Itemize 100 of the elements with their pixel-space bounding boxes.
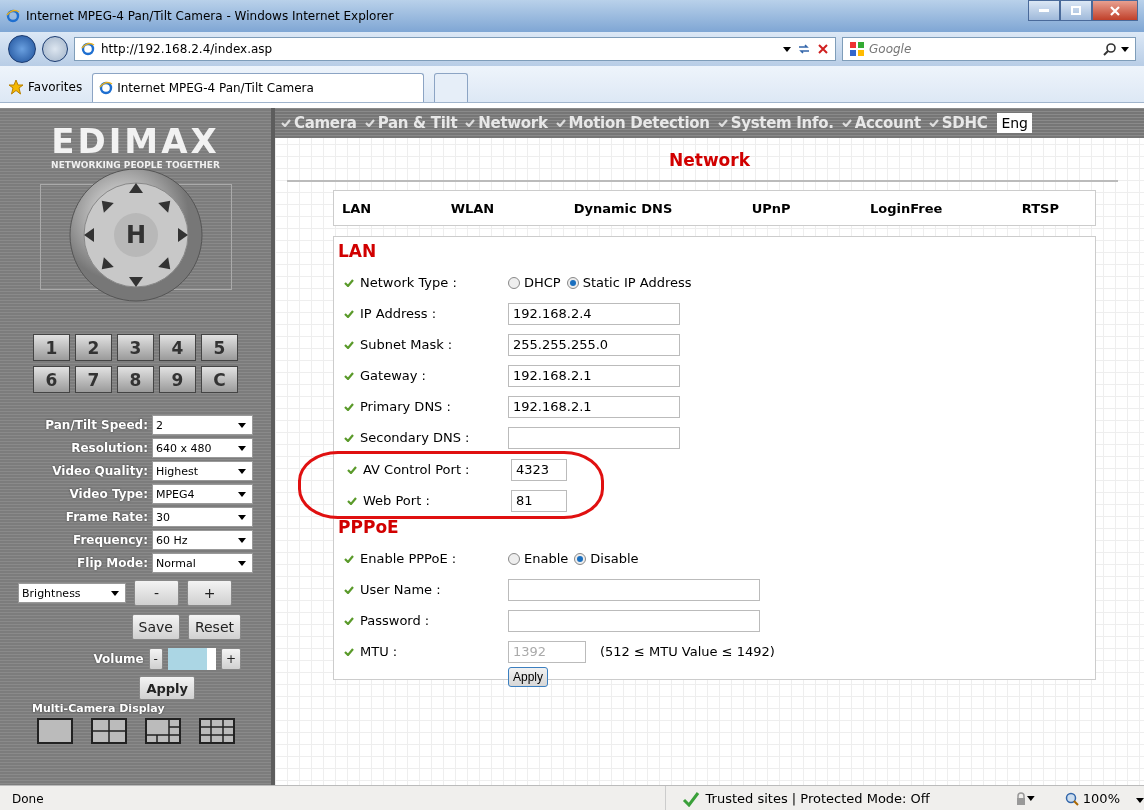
nav-link[interactable]: Account	[841, 114, 921, 132]
star-icon	[8, 79, 24, 95]
check-icon	[344, 647, 354, 656]
radio-button[interactable]	[508, 276, 520, 289]
adjust-dropdown[interactable]: Brightness	[18, 583, 126, 603]
browser-icon	[6, 9, 20, 23]
radio-label: Disable	[590, 551, 639, 566]
field-label: MTU :	[360, 644, 398, 659]
section-heading: LAN	[338, 241, 378, 261]
setting-dropdown[interactable]: MPEG4	[152, 484, 253, 504]
volume-down-button[interactable]: -	[148, 648, 163, 670]
preset-button[interactable]: 6	[33, 366, 70, 393]
check-icon	[465, 119, 476, 127]
preset-button[interactable]: 2	[75, 334, 112, 361]
window-title: Internet MPEG-4 Pan/Tilt Camera - Windows Internet Explorer	[26, 9, 394, 23]
nav-link[interactable]: Camera	[281, 114, 357, 132]
reset-button[interactable]: Reset	[187, 614, 241, 640]
sub-tab[interactable]: Dynamic DNS	[573, 200, 673, 216]
check-icon	[681, 790, 700, 807]
input-field[interactable]: 192.168.2.1	[508, 364, 680, 387]
setting-dropdown[interactable]: 60 Hz	[152, 530, 253, 550]
forward-button[interactable]	[42, 36, 68, 62]
caret-icon	[1121, 46, 1129, 52]
caret-icon	[238, 445, 246, 451]
radio-button[interactable]	[574, 552, 587, 565]
input-field[interactable]: 255.255.255.0	[508, 333, 680, 356]
back-button[interactable]	[8, 35, 36, 63]
single-view-icon[interactable]	[36, 718, 73, 744]
field-label: Network Type :	[360, 275, 457, 290]
nav-link[interactable]: System Info.	[717, 114, 834, 132]
preset-button[interactable]: 1	[33, 334, 70, 361]
quad-view-icon[interactable]	[90, 718, 127, 744]
preset-button[interactable]: 8	[117, 366, 154, 393]
caret-icon	[238, 560, 246, 566]
search-placeholder: Google	[869, 42, 913, 56]
nine-view-icon[interactable]	[198, 718, 235, 744]
check-icon	[364, 119, 375, 127]
check-icon	[344, 309, 354, 318]
refresh-icon[interactable]	[797, 43, 811, 55]
preset-button[interactable]: 9	[159, 366, 196, 393]
nav-link[interactable]: Pan & Tilt	[364, 114, 458, 132]
zone-text: Trusted sites | Protected Mode: Off	[705, 791, 930, 806]
preset-button[interactable]: 7	[75, 366, 112, 393]
browser-tab[interactable]: Internet MPEG-4 Pan/Tilt Camera	[92, 73, 425, 102]
zoom-button[interactable]: 100%	[1064, 791, 1120, 806]
language-dropdown[interactable]: Eng	[997, 113, 1032, 133]
apply-button[interactable]: Apply	[139, 676, 195, 700]
input-field[interactable]: 192.168.2.1	[508, 395, 680, 418]
setting-dropdown[interactable]: Normal	[152, 553, 253, 573]
sub-tab[interactable]: RTSP	[1021, 200, 1059, 216]
search-field[interactable]: Google	[842, 37, 1136, 61]
favorites-button[interactable]: Favorites	[8, 72, 83, 102]
radio-button[interactable]	[508, 552, 520, 565]
input-field[interactable]: 81	[511, 489, 567, 512]
preset-button[interactable]: 4	[159, 334, 196, 361]
radio-button[interactable]	[566, 276, 579, 289]
setting-dropdown[interactable]: 2	[152, 415, 253, 435]
six-view-icon[interactable]	[144, 718, 181, 744]
decrease-button[interactable]: -	[134, 580, 179, 606]
nav-link[interactable]: Network	[465, 114, 548, 132]
setting-label: Frequency:	[72, 533, 148, 547]
nav-link[interactable]: Motion Detection	[555, 114, 710, 132]
input-field[interactable]	[508, 609, 760, 632]
minimize-button[interactable]	[1028, 0, 1060, 21]
nav-link[interactable]: SDHC	[928, 114, 988, 132]
sub-tab[interactable]: LAN	[342, 200, 372, 216]
increase-button[interactable]: +	[187, 580, 232, 606]
search-icon[interactable]	[1103, 42, 1117, 56]
sub-tab[interactable]: WLAN	[450, 200, 495, 216]
check-icon	[717, 119, 728, 127]
url-text: http://192.168.2.4/index.asp	[101, 42, 274, 56]
stop-icon[interactable]	[817, 43, 829, 55]
address-field[interactable]: http://192.168.2.4/index.asp	[74, 37, 836, 61]
preset-button[interactable]: 5	[201, 334, 238, 361]
save-button[interactable]: Save	[131, 614, 180, 640]
close-button[interactable]	[1092, 0, 1138, 21]
check-icon	[347, 465, 357, 474]
setting-dropdown[interactable]: 30	[152, 507, 253, 527]
input-field[interactable]	[508, 578, 760, 601]
volume-label: Volume	[93, 652, 144, 666]
caret-icon	[1027, 796, 1035, 801]
input-field[interactable]: 4323	[511, 458, 567, 481]
input-field[interactable]	[508, 426, 680, 449]
maximize-button[interactable]	[1060, 0, 1092, 21]
input-field[interactable]: 192.168.2.4	[508, 302, 680, 325]
apply-button[interactable]: Apply	[508, 667, 549, 687]
maximize-icon	[1071, 6, 1081, 15]
volume-track[interactable]	[167, 648, 216, 670]
pan-tilt-joystick[interactable]: H	[67, 167, 204, 303]
field-label: Subnet Mask :	[360, 337, 453, 352]
preset-button[interactable]: C	[201, 366, 238, 393]
field-label: Enable PPPoE :	[360, 551, 457, 566]
close-icon	[1110, 5, 1120, 16]
volume-up-button[interactable]: +	[220, 648, 241, 670]
setting-dropdown[interactable]: Highest	[152, 461, 253, 481]
setting-label: Video Quality:	[52, 464, 148, 478]
setting-dropdown[interactable]: 640 x 480	[152, 438, 253, 458]
preset-button[interactable]: 3	[117, 334, 154, 361]
sub-tab[interactable]: LoginFree	[870, 200, 943, 216]
sub-tab[interactable]: UPnP	[751, 200, 791, 216]
